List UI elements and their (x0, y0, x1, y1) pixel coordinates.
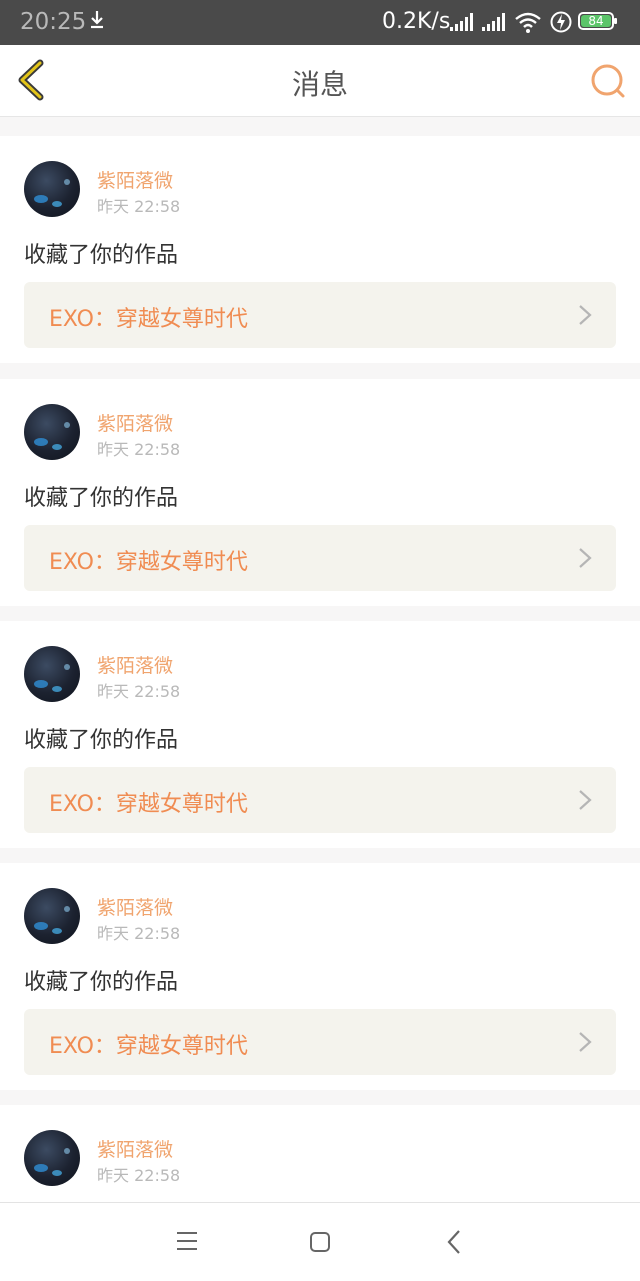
work-title: EXO：穿越女尊时代 (49, 307, 248, 332)
work-title: EXO：穿越女尊时代 (49, 550, 248, 575)
work-link[interactable]: EXO：穿越女尊时代 (24, 1009, 616, 1075)
system-nav-bar (0, 1202, 640, 1281)
search-icon[interactable] (588, 61, 628, 101)
chevron-right-icon (579, 1032, 592, 1052)
username[interactable]: 紫陌落微 (97, 893, 173, 920)
action-text: 收藏了你的作品 (24, 243, 179, 268)
chevron-right-icon (579, 790, 592, 810)
timestamp: 昨天 22:58 (97, 440, 181, 459)
avatar[interactable] (24, 161, 80, 217)
timestamp: 昨天 22:58 (97, 682, 181, 701)
username[interactable]: 紫陌落微 (97, 409, 173, 436)
battery-level: 84 (581, 15, 611, 28)
username[interactable]: 紫陌落微 (97, 1135, 173, 1162)
battery-icon: 84 (578, 12, 617, 30)
action-text: 收藏了你的作品 (24, 970, 179, 995)
avatar[interactable] (24, 888, 80, 944)
download-icon (91, 11, 103, 29)
timestamp: 昨天 22:58 (97, 924, 181, 943)
timestamp: 昨天 22:58 (97, 197, 181, 216)
avatar[interactable] (24, 404, 80, 460)
network-speed: 0.2K/s (382, 9, 451, 34)
message-card: 紫陌落微 昨天 22:58 收藏了你的作品 EXO：穿越女尊时代 (0, 621, 640, 848)
menu-icon[interactable] (176, 1231, 198, 1251)
work-link[interactable]: EXO：穿越女尊时代 (24, 282, 616, 348)
wifi-icon (515, 12, 541, 33)
message-card: 紫陌落微 昨天 22:58 收藏了你的作品 EXO：穿越女尊时代 (0, 863, 640, 1090)
timestamp: 昨天 22:58 (97, 1166, 181, 1185)
back-icon[interactable] (446, 1229, 462, 1255)
signal-icon (482, 13, 505, 31)
status-time: 20:25 (20, 9, 87, 35)
message-card: 紫陌落微 昨天 22:58 (0, 1105, 640, 1202)
status-bar: 20:25 0.2K/s 84 (0, 0, 640, 45)
signal-icon (450, 13, 473, 31)
chevron-right-icon (579, 305, 592, 325)
app-header: 消息 (0, 45, 640, 117)
action-text: 收藏了你的作品 (24, 486, 179, 511)
charging-icon (550, 11, 572, 33)
avatar[interactable] (24, 646, 80, 702)
work-title: EXO：穿越女尊时代 (49, 1034, 248, 1059)
page-title: 消息 (291, 68, 348, 101)
chevron-right-icon (579, 548, 592, 568)
avatar[interactable] (24, 1130, 80, 1186)
work-title: EXO：穿越女尊时代 (49, 792, 248, 817)
work-link[interactable]: EXO：穿越女尊时代 (24, 767, 616, 833)
username[interactable]: 紫陌落微 (97, 651, 173, 678)
action-text: 收藏了你的作品 (24, 728, 179, 753)
username[interactable]: 紫陌落微 (97, 166, 173, 193)
home-icon[interactable] (309, 1231, 331, 1253)
message-card: 紫陌落微 昨天 22:58 收藏了你的作品 EXO：穿越女尊时代 (0, 379, 640, 606)
message-card: 紫陌落微 昨天 22:58 收藏了你的作品 EXO：穿越女尊时代 (0, 136, 640, 363)
work-link[interactable]: EXO：穿越女尊时代 (24, 525, 616, 591)
